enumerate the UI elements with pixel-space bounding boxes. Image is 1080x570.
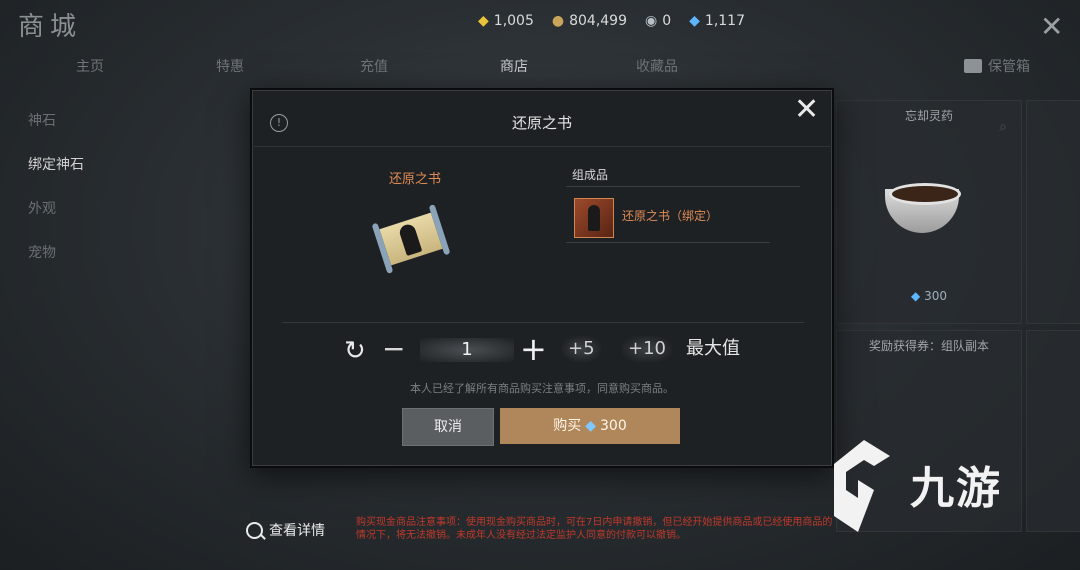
tab-storage[interactable]: 保管箱 (964, 56, 1030, 76)
nine-game-logo-icon (834, 440, 890, 532)
shop-title: 商城 (18, 12, 83, 42)
product-title: 奖励获得券：组队副本 (868, 339, 989, 353)
coin-pile-icon: ● (551, 13, 565, 29)
currency-value: 1,117 (704, 13, 746, 29)
quantity-input[interactable]: 1 (420, 338, 514, 362)
view-details-link[interactable]: 查看详情 (246, 520, 325, 540)
component-label: 组成品 (572, 168, 609, 182)
view-details-label: 查看详情 (269, 523, 325, 539)
elixir-bowl-icon (885, 183, 961, 233)
buy-label: 购买 (553, 418, 582, 434)
blue-gem-icon: ◆ (689, 13, 700, 29)
search-icon[interactable]: ⌕ (999, 119, 1007, 135)
purchase-notice: 购买现金商品注意事项：使用现金购买商品时，可在7日内申请撤销，但已经开始提供商品… (356, 516, 856, 542)
currency-bar: ◆ 1,005 ● 804,499 ◉ 0 ◆ 1,117 (478, 13, 745, 29)
tab-store[interactable]: 商店 (500, 56, 528, 76)
notice-line: 情况下，将无法撤销。未成年人没有经过法定监护人同意的付款可以撤销。 (356, 530, 686, 541)
cancel-button[interactable]: 取消 (402, 408, 494, 446)
currency-gold: ◆ 1,005 (478, 13, 534, 29)
divider (254, 146, 830, 147)
component-name: 还原之书（绑定） (622, 209, 719, 223)
currency-value: 0 (662, 13, 672, 29)
sidebar-item-appearance[interactable]: 外观 (28, 198, 84, 242)
divider (566, 242, 770, 243)
currency-silver: ◉ 0 (645, 13, 671, 29)
currency-gem: ◆ 1,117 (689, 13, 745, 29)
price-value: 300 (924, 289, 947, 303)
silver-coin-icon: ◉ (645, 13, 658, 29)
buy-price: 300 (600, 418, 627, 434)
blue-gem-icon: ◆ (911, 289, 921, 303)
agreement-text: 本人已经了解所有商品购买注意事项，同意购买商品。 (410, 382, 674, 395)
currency-coins: ● 804,499 (552, 13, 627, 29)
top-bar: 商城 ◆ 1,005 ● 804,499 ◉ 0 ◆ 1,117 ✕ (0, 0, 1080, 50)
max-button[interactable]: 最大值 (686, 336, 740, 362)
product-card[interactable]: 忘却灵药 ⌕ ◆ 300 (836, 100, 1022, 324)
item-name: 还原之书 (388, 172, 441, 187)
sidebar-item-bound-godstone[interactable]: 绑定神石 (28, 154, 84, 198)
search-icon (246, 521, 263, 539)
tab-recharge[interactable]: 充值 (360, 56, 388, 76)
main-tabs: 主页 特惠 充值 商店 收藏品 保管箱 (0, 52, 1080, 82)
buy-button[interactable]: 购买 ◆ 300 (500, 408, 680, 444)
quantity-stepper: ↻ − 1 + +5 +10 最大值 (344, 330, 764, 368)
reset-icon[interactable]: ↻ (344, 336, 366, 366)
gold-diamond-icon: ◆ (478, 13, 489, 29)
plus-10-button[interactable]: +10 (622, 336, 672, 362)
currency-value: 804,499 (569, 13, 627, 29)
sidebar-item-godstone[interactable]: 神石 (28, 110, 84, 154)
watermark-text: 九游 (910, 463, 1002, 514)
divider (566, 186, 800, 187)
scroll-icon (371, 204, 451, 274)
product-price: ◆ 300 (837, 289, 1021, 303)
tab-collection[interactable]: 收藏品 (636, 56, 678, 76)
purchase-dialog: ! 还原之书 还原之书 组成品 还原之书（绑定） ↻ − 1 + +5 +10 … (250, 88, 834, 468)
currency-value: 1,005 (493, 13, 534, 29)
storage-box-icon (964, 59, 982, 73)
dialog-title: 还原之书 (511, 114, 572, 132)
divider (282, 322, 804, 323)
blue-gem-icon: ◆ (585, 418, 597, 434)
tab-storage-label: 保管箱 (988, 59, 1030, 75)
component-scroll-icon[interactable] (574, 198, 614, 238)
close-dialog-icon[interactable]: ✕ (794, 92, 819, 127)
sidebar-item-pet[interactable]: 宠物 (28, 242, 84, 286)
watermark: 九游 (824, 436, 1044, 546)
notice-line: 购买现金商品注意事项：使用现金购买商品时，可在7日内申请撤销，但已经开始提供商品… (356, 517, 833, 528)
increment-button[interactable]: + (520, 330, 547, 368)
product-title: 忘却灵药 (904, 109, 953, 123)
tab-home[interactable]: 主页 (76, 56, 104, 76)
tab-deals[interactable]: 特惠 (216, 56, 244, 76)
close-shop-icon[interactable]: ✕ (1040, 10, 1063, 43)
product-card-partial (1026, 100, 1080, 324)
plus-5-button[interactable]: +5 (562, 336, 601, 362)
sidebar: 神石 绑定神石 外观 宠物 (28, 110, 84, 286)
decrement-button[interactable]: − (382, 332, 405, 365)
